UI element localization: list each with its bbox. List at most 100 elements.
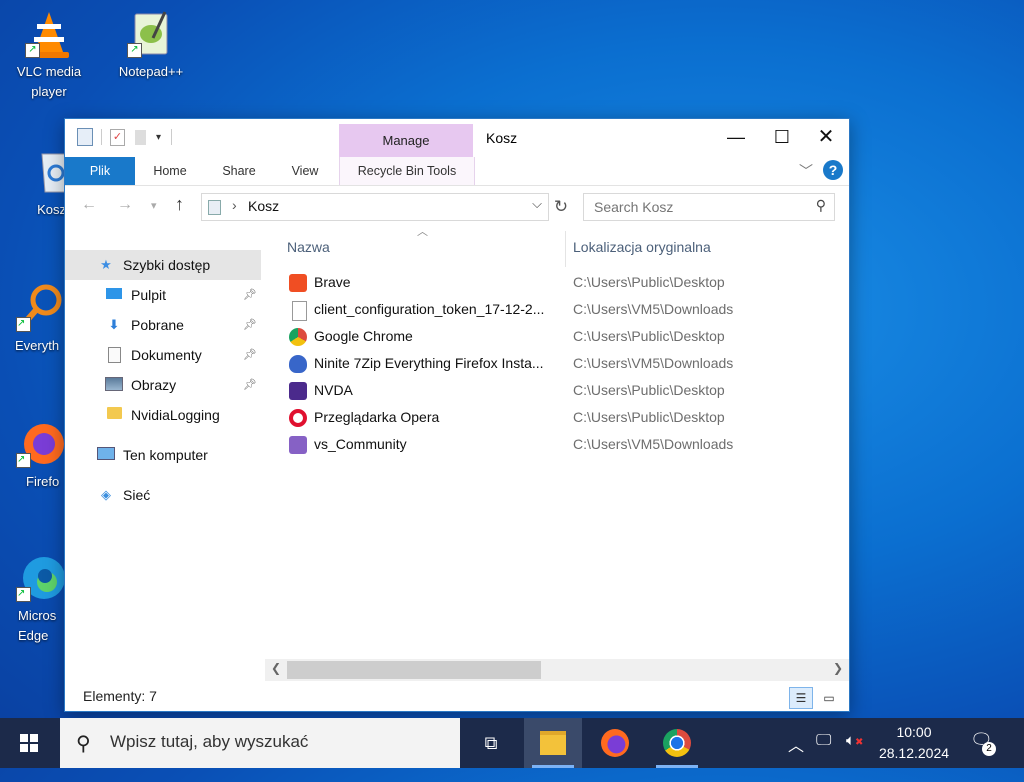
nav-item-pobrane[interactable]: ⬇ Pobrane 📌︎ <box>65 310 261 340</box>
chrome-icon <box>663 728 691 757</box>
notification-count: 2 <box>982 742 996 756</box>
search-input[interactable] <box>592 198 796 216</box>
file-row[interactable]: Przeglądarka Opera C:\Users\Public\Deskt… <box>285 404 849 431</box>
volume-muted-icon[interactable]: 🔈︎✖ <box>846 732 863 782</box>
file-row[interactable]: Ninite 7Zip Everything Firefox Insta... … <box>285 350 849 377</box>
desktop-icon-vlc[interactable]: ↗ VLC media player <box>6 8 92 102</box>
network-status-icon[interactable]: 🖵︎ <box>816 732 831 782</box>
taskbar-search-placeholder: Wpisz tutaj, aby wyszukać <box>110 732 309 751</box>
star-icon: ★ <box>100 257 112 272</box>
file-name: Brave <box>314 274 351 290</box>
desktop-icon-edge[interactable]: ↗ Micros Edge <box>0 552 65 646</box>
desktop-icon-notepadpp[interactable]: ↗ Notepad++ <box>108 8 194 82</box>
help-icon[interactable]: ? <box>823 160 843 180</box>
show-hidden-icons-icon[interactable]: ︿ <box>788 732 804 782</box>
column-divider[interactable] <box>565 231 566 267</box>
nav-label: Pulpit <box>131 287 167 303</box>
minimize-button[interactable]: — <box>713 119 759 155</box>
new-folder-icon[interactable] <box>135 129 146 145</box>
tab-recycle-bin-tools[interactable]: Recycle Bin Tools <box>339 157 475 185</box>
expand-ribbon-icon[interactable]: ﹀ <box>799 161 813 181</box>
file-list: ︿ Nazwa Lokalizacja oryginalna Brave C:\… <box>285 226 849 657</box>
pin-icon[interactable]: 📌︎ <box>243 318 257 331</box>
clock-date: 28.12.2024 <box>878 745 950 761</box>
taskbar-chrome[interactable] <box>648 718 706 768</box>
task-view-icon[interactable]: ⧉ <box>462 718 520 768</box>
nav-item-pulpit[interactable]: Pulpit 📌︎ <box>65 280 261 310</box>
nav-item-obrazy[interactable]: Obrazy 📌︎ <box>65 370 261 400</box>
tab-home[interactable]: Home <box>141 157 199 185</box>
taskbar-firefox[interactable] <box>586 718 644 768</box>
network-icon: ◈ <box>101 487 111 502</box>
recycle-bin-small-icon <box>208 200 221 215</box>
customize-qa-dropdown-icon[interactable]: ▾ <box>156 132 161 143</box>
taskbar-search[interactable]: ⚲ Wpisz tutaj, aby wyszukać <box>60 718 460 768</box>
refresh-button[interactable]: ↻ <box>549 193 573 221</box>
pin-icon[interactable]: 📌︎ <box>243 378 257 391</box>
tab-share[interactable]: Share <box>211 157 267 185</box>
tab-view[interactable]: View <box>277 157 333 185</box>
up-button[interactable]: ↑ <box>175 194 184 215</box>
tab-manage[interactable]: Manage <box>339 124 473 157</box>
file-location: C:\Users\VM5\Downloads <box>573 355 734 371</box>
file-location: C:\Users\Public\Desktop <box>573 382 725 398</box>
file-explorer-icon <box>540 730 566 755</box>
file-location: C:\Users\VM5\Downloads <box>573 436 734 452</box>
notifications-icon[interactable]: 🗨︎ 2 <box>970 730 996 780</box>
nav-item-quick-access[interactable]: ★ Szybki dostęp <box>65 250 261 280</box>
scroll-left-icon[interactable]: ❮ <box>271 661 281 675</box>
address-dropdown-icon[interactable]: ⌵ <box>532 196 542 212</box>
file-name: Google Chrome <box>314 328 413 344</box>
scrollbar-thumb[interactable] <box>287 661 541 679</box>
tab-plik[interactable]: Plik <box>65 157 135 185</box>
window-title: Kosz <box>486 130 518 146</box>
file-row[interactable]: client_configuration_token_17-12-2... C:… <box>285 296 849 323</box>
taskbar-file-explorer[interactable] <box>524 718 582 768</box>
recent-locations-dropdown[interactable]: ▾ <box>151 199 157 212</box>
item-count: Elementy: 7 <box>83 688 157 704</box>
file-row[interactable]: vs_Community C:\Users\VM5\Downloads <box>285 431 849 458</box>
explorer-window[interactable]: ✓ ▾ Manage Kosz — ☐ ✕ Plik Home Share Vi… <box>64 118 850 712</box>
properties-icon[interactable]: ✓ <box>110 128 125 146</box>
column-header-location[interactable]: Lokalizacja oryginalna <box>573 239 711 255</box>
scroll-right-icon[interactable]: ❯ <box>833 661 843 675</box>
pin-icon[interactable]: 📌︎ <box>243 348 257 361</box>
nav-item-siec[interactable]: ◈ Sieć <box>65 480 261 510</box>
clock[interactable]: 10:00 28.12.2024 <box>868 722 960 764</box>
file-location: C:\Users\Public\Desktop <box>573 328 725 344</box>
status-bar: Elementy: 7 ☰ ▭ <box>65 683 849 711</box>
file-row[interactable]: NVDA C:\Users\Public\Desktop <box>285 377 849 404</box>
desktop-icon-recycle-bin[interactable]: Kosz <box>6 146 71 220</box>
maximize-button[interactable]: ☐ <box>759 119 805 155</box>
nav-label: Ten komputer <box>123 447 208 463</box>
nav-item-ten-komputer[interactable]: Ten komputer <box>65 440 261 470</box>
downloads-icon: ⬇ <box>108 317 120 332</box>
nvda-icon <box>289 382 307 400</box>
close-button[interactable]: ✕ <box>803 119 849 155</box>
forward-button[interactable]: → <box>117 196 133 214</box>
folder-icon <box>105 407 123 423</box>
file-location: C:\Users\Public\Desktop <box>573 409 725 425</box>
column-header-name[interactable]: Nazwa <box>287 239 330 255</box>
search-box[interactable]: ⚲ <box>583 193 835 221</box>
start-button[interactable] <box>0 718 58 768</box>
title-bar[interactable]: ✓ ▾ Manage Kosz — ☐ ✕ <box>65 119 849 157</box>
desktop-icon-firefox[interactable]: ↗ Firefo <box>0 418 64 492</box>
pin-icon[interactable]: 📌︎ <box>243 288 257 301</box>
back-button[interactable]: ← <box>81 196 97 214</box>
horizontal-scrollbar[interactable]: ❮ ❯ <box>265 659 849 681</box>
breadcrumb-kosz[interactable]: Kosz <box>248 198 279 214</box>
chrome-icon <box>289 328 307 346</box>
nav-item-nvidialogging[interactable]: NvidiaLogging <box>65 400 261 430</box>
desktop-folder-icon <box>105 287 123 303</box>
vlc-icon: ↗ <box>23 8 75 60</box>
details-view-button[interactable]: ☰ <box>789 687 813 709</box>
desktop-icon-label: VLC media player <box>16 64 82 99</box>
file-row[interactable]: Google Chrome C:\Users\Public\Desktop <box>285 323 849 350</box>
address-bar[interactable]: › Kosz ⌵ <box>201 193 549 221</box>
nav-item-dokumenty[interactable]: Dokumenty 📌︎ <box>65 340 261 370</box>
file-row[interactable]: Brave C:\Users\Public\Desktop <box>285 269 849 296</box>
desktop-icon-everything[interactable]: ↗ Everyth <box>0 282 64 356</box>
recycle-bin-small-icon <box>77 128 93 146</box>
large-icons-view-button[interactable]: ▭ <box>817 687 841 709</box>
